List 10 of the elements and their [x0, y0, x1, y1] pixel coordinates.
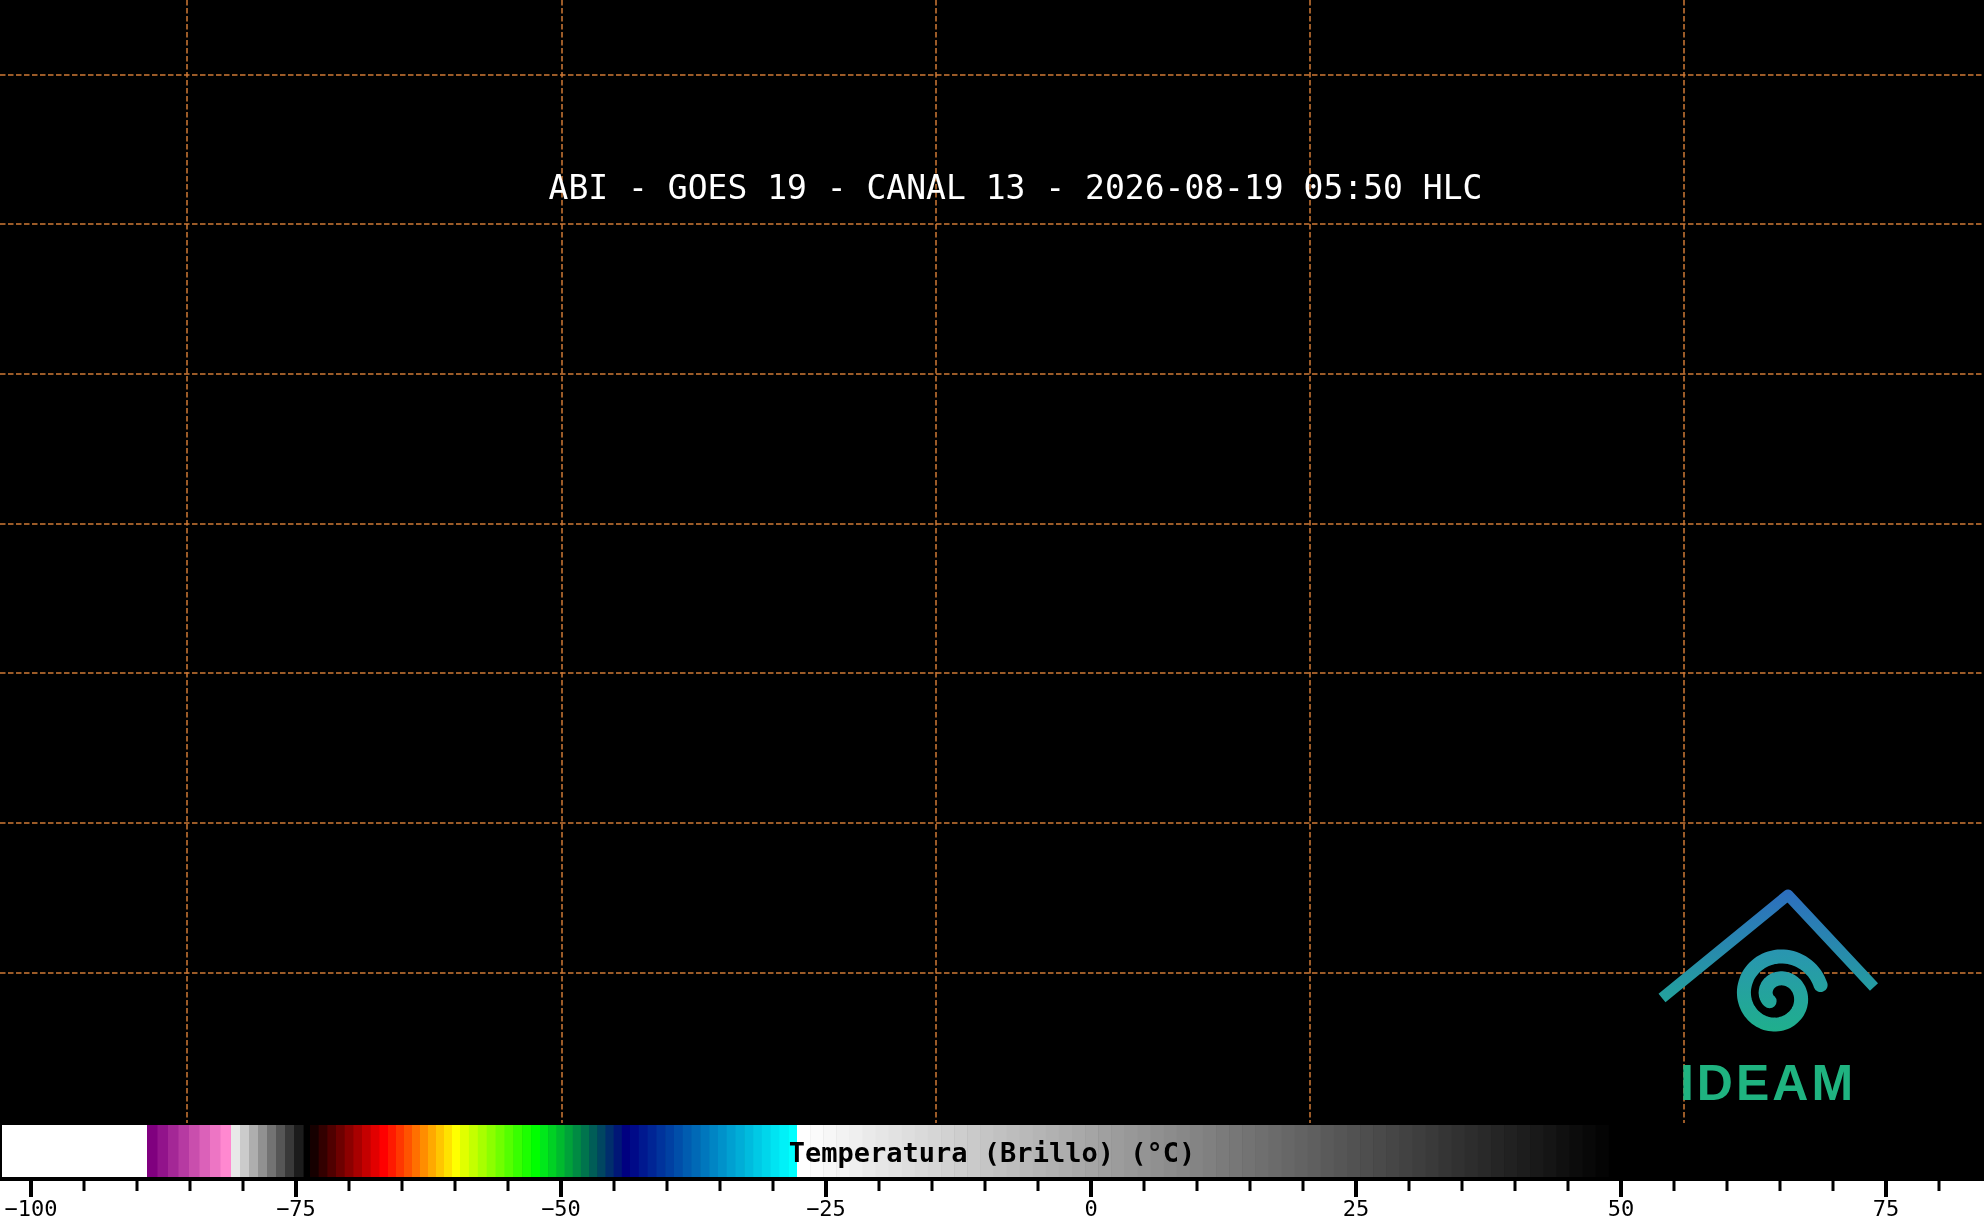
tick-label: 50 [1607, 1198, 1635, 1220]
tick-label: −25 [806, 1198, 846, 1220]
tick-label: 75 [1872, 1198, 1900, 1220]
logo-text: IDEAM [1679, 1058, 1857, 1108]
tick-label: 0 [1084, 1198, 1098, 1220]
tick-label: 25 [1342, 1198, 1370, 1220]
tick-label: −100 [4, 1198, 58, 1220]
tick-label: −50 [541, 1198, 581, 1220]
map-title: ABI - GOES 19 - CANAL 13 - 2026-08-19 05:50 HLC [548, 168, 1483, 208]
tick-label: −75 [276, 1198, 316, 1220]
